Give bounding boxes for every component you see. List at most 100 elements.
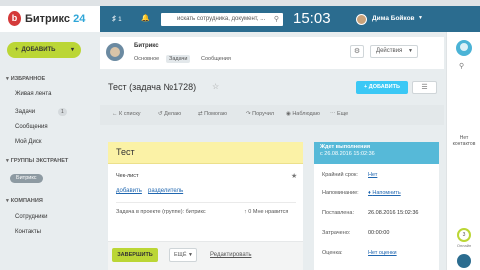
search-icon[interactable]: ⚲ [274, 13, 279, 26]
list-menu-icon[interactable]: ☰ [412, 81, 437, 94]
time-spent-row: Затрачено: 00:00:00 [322, 230, 434, 236]
toolbar-more[interactable]: ⋯ Еще [330, 111, 348, 117]
sidebar-item-messages[interactable]: Сообщения [15, 124, 48, 130]
more-icon: ⋯ [330, 111, 338, 117]
clock[interactable]: 15:03 [293, 10, 331, 27]
time-spent-value: 00:00:00 [368, 230, 390, 236]
main-content: Битрикс Основное Задачи Сообщения ⚙ Дейс… [100, 37, 446, 270]
deadline-row: Крайний срок: Нет [322, 172, 434, 178]
like-count: 0 Мне нравится [248, 209, 289, 215]
task-card-header: Тест [108, 142, 303, 164]
sidebar-item-my-drive[interactable]: Мой Диск [15, 139, 41, 145]
row-label: Напоминание: [322, 190, 359, 196]
toolbar-doing[interactable]: ↺ Делаю [158, 111, 181, 117]
status-header: Ждет выполнения с 26.08.2016 15:02:36 [314, 142, 439, 164]
search-input[interactable]: искать сотрудника, документ, ... ⚲ [161, 13, 283, 26]
section-label: ИЗБРАННОЕ [10, 76, 46, 82]
notifications-counter[interactable]: ♯ 1 [112, 14, 122, 23]
sidebar-item-employees[interactable]: Сотрудники [15, 214, 48, 220]
star-icon[interactable]: ★ [291, 172, 297, 180]
toolbar-label: Поручил [252, 111, 275, 117]
task-toolbar: ← К списку ↺ Делаю ⇄ Помогаю ↷ Поручил ◉… [100, 105, 444, 125]
star-icon[interactable]: ☆ [212, 82, 219, 91]
toolbar-assigned[interactable]: ↷ Поручил [246, 111, 274, 117]
chat-icon[interactable] [457, 254, 471, 268]
user-avatar[interactable] [356, 14, 367, 25]
bell-icon[interactable]: 🔔 [141, 14, 150, 22]
project-text: Задача в проекте (группе): [116, 209, 185, 215]
left-sidebar: + ДОБАВИТЬ ▾ ▾ ИЗБРАННОЕ Живая лента Задач… [0, 32, 96, 270]
sidebar-item-label: Живая лента [15, 91, 52, 97]
sidebar-item-live-feed[interactable]: Живая лента [15, 91, 51, 97]
contacts-avatar[interactable] [456, 40, 472, 56]
tab-messages[interactable]: Сообщения [201, 56, 231, 62]
finish-button[interactable]: ЗАВЕРШИТЬ [112, 248, 158, 262]
logo[interactable]: b Битрикс 24 [0, 6, 100, 32]
group-title[interactable]: Битрикс [134, 43, 159, 49]
user-name[interactable]: Дима Бойков [372, 15, 415, 22]
chevron-down-icon: ▼ [408, 48, 413, 54]
project-link[interactable]: битрикс [186, 209, 206, 215]
task-footer: ЗАВЕРШИТЬ ЕЩЁ ▼ Редактировать [108, 241, 303, 270]
notification-count: 1 [118, 17, 122, 23]
chevron-down-icon: ▾ [6, 76, 9, 82]
reminder-value: Напомнить [372, 190, 401, 196]
sidebar-item-label: Контакты [15, 229, 41, 235]
chevron-down-icon: ▼ [188, 252, 193, 258]
section-extranet[interactable]: ▾ ГРУППЫ ЭКСТРАНЕТ [6, 158, 68, 164]
section-company[interactable]: ▾ КОМПАНИЯ [6, 198, 43, 204]
notification-icon: ♯ [112, 14, 116, 23]
toolbar-helping[interactable]: ⇄ Помогаю [198, 111, 227, 117]
more-button[interactable]: ЕЩЁ ▼ [169, 248, 197, 262]
add-task-button[interactable]: + ДОБАВИТЬ [356, 81, 408, 94]
task-title: Тест [116, 147, 135, 157]
top-header: b Битрикс 24 ♯ 1 🔔 искать сотрудника, до… [0, 6, 480, 32]
toolbar-label: Наблюдаю [292, 111, 320, 117]
edit-link[interactable]: Редактировать [210, 252, 251, 258]
row-label: Затрачено: [322, 230, 351, 236]
row-label: Поставлена: [322, 210, 354, 216]
group-avatar[interactable] [106, 43, 124, 61]
section-label: ГРУППЫ ЭКСТРАНЕТ [10, 158, 69, 164]
deadline-value[interactable]: Нет [368, 172, 377, 178]
project-line: Задача в проекте (группе): битрикс [116, 209, 206, 215]
task-card: Тест Чек-лист ★ добавить разделитель Зад… [108, 142, 303, 270]
logo-number: 24 [73, 13, 86, 25]
tab-tasks[interactable]: Задачи [166, 55, 191, 63]
sidebar-item-tasks[interactable]: Задачи 1 [15, 108, 67, 116]
divider [116, 202, 296, 203]
search-value: искать сотрудника, документ, ... [177, 16, 266, 22]
online-counter[interactable]: 3 [457, 228, 471, 242]
chevron-down-icon[interactable]: ▼ [418, 15, 423, 21]
checklist-label: Чек-лист [116, 173, 139, 179]
gear-icon[interactable]: ⚙ [350, 45, 364, 58]
no-contacts-text: Нет контактов [452, 135, 476, 147]
sidebar-item-label: Сообщения [15, 124, 48, 130]
reminder-link[interactable]: ♦ Напомнить [368, 190, 401, 196]
toolbar-label: К списку [119, 111, 141, 117]
search-icon[interactable]: ⚲ [459, 62, 464, 70]
toolbar-back-to-list[interactable]: ← К списку [112, 111, 141, 117]
tab-main[interactable]: Основное [134, 56, 159, 62]
actions-button[interactable]: Действия ▼ [370, 45, 418, 58]
toolbar-label: Помогаю [204, 111, 228, 117]
sidebar-item-label: Мой Диск [15, 139, 42, 145]
add-checklist-item-link[interactable]: добавить [116, 188, 142, 194]
add-button[interactable]: + ДОБАВИТЬ ▾ [7, 42, 81, 58]
sidebar-item-contacts[interactable]: Контакты [15, 229, 41, 235]
sidebar-item-label: Задачи [15, 109, 36, 115]
toolbar-watching[interactable]: ◉ Наблюдаю [286, 111, 320, 117]
section-favorites[interactable]: ▾ ИЗБРАННОЕ [6, 76, 45, 82]
status-title: Ждет выполнения [320, 144, 371, 150]
more-label: ЕЩЁ [174, 252, 187, 258]
plus-icon: + [15, 47, 19, 53]
tasks-count-badge: 1 [58, 108, 67, 116]
page-title: Тест (задача №1728) [108, 82, 197, 92]
rating-value[interactable]: Нет оценки [368, 250, 397, 256]
created-value: 26.08.2016 15:02:36 [368, 210, 419, 216]
created-row: Поставлена: 26.08.2016 15:02:36 [322, 210, 434, 216]
add-separator-link[interactable]: разделитель [148, 188, 183, 194]
like-widget[interactable]: ↑ 0 Мне нравится [244, 209, 288, 215]
chevron-down-icon: ▾ [6, 158, 9, 164]
sidebar-group-bitrix[interactable]: Битрикс [10, 174, 43, 183]
